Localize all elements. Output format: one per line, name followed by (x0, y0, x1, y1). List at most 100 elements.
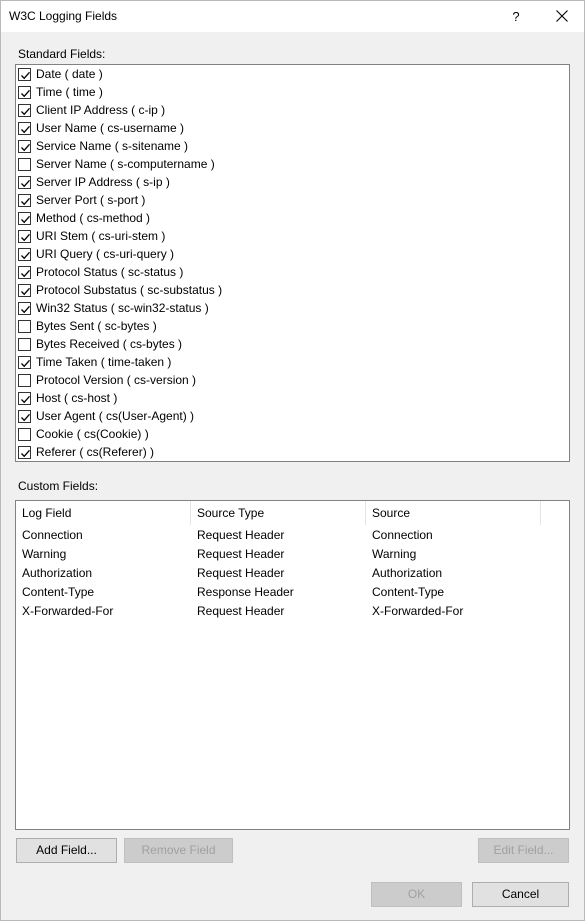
checkmark-icon (21, 179, 30, 187)
checkmark-icon (21, 413, 30, 421)
standard-field-item[interactable]: Bytes Sent ( sc-bytes ) (17, 317, 557, 335)
log-field-cell: Content-Type (22, 585, 95, 599)
source-type-column-header[interactable]: Source Type (191, 501, 366, 525)
standard-field-checkbox[interactable] (18, 139, 31, 153)
log-field-cell: Warning (22, 547, 67, 561)
standard-field-label: Client IP Address ( c-ip ) (36, 103, 166, 117)
cancel-button[interactable]: Cancel (472, 882, 569, 907)
standard-field-checkbox[interactable] (18, 85, 31, 99)
w3c-logging-fields-dialog: W3C Logging Fields ? Standard Fields: Da… (0, 0, 585, 921)
add-field-button[interactable]: Add Field... (16, 838, 117, 863)
standard-field-checkbox[interactable] (18, 211, 31, 225)
standard-field-item[interactable]: Referer ( cs(Referer) ) (17, 443, 557, 461)
standard-field-label: Protocol Status ( sc-status ) (36, 265, 184, 279)
table-row[interactable]: Warning Request Header Warning (16, 545, 569, 564)
standard-field-label: Bytes Sent ( sc-bytes ) (36, 319, 157, 333)
standard-field-item[interactable]: Bytes Received ( cs-bytes ) (17, 335, 557, 353)
standard-field-label: Time Taken ( time-taken ) (36, 355, 172, 369)
source-column-header[interactable]: Source (366, 501, 541, 525)
standard-field-item[interactable]: Protocol Substatus ( sc-substatus ) (17, 281, 557, 299)
checkmark-icon (21, 251, 30, 259)
standard-field-checkbox[interactable] (18, 265, 31, 279)
custom-fields-table[interactable]: Log Field Source Type Source Connection Req… (15, 500, 570, 830)
table-row[interactable]: X-Forwarded-For Request Header X-Forwarded… (16, 602, 569, 621)
checkmark-icon (21, 71, 30, 79)
source-cell: X-Forwarded-For (372, 604, 464, 618)
standard-field-item[interactable]: Server Port ( s-port ) (17, 191, 557, 209)
remove-field-button[interactable]: Remove Field (124, 838, 233, 863)
source-type-cell: Request Header (197, 566, 285, 580)
table-row[interactable]: Connection Request Header Connection (16, 526, 569, 545)
standard-field-item[interactable]: Date ( date ) (17, 65, 557, 83)
standard-field-item[interactable]: Time Taken ( time-taken ) (17, 353, 557, 371)
help-button[interactable]: ? (501, 3, 531, 30)
standard-field-checkbox[interactable] (18, 175, 31, 189)
checkmark-icon (21, 449, 30, 457)
checkmark-icon (21, 359, 30, 367)
source-cell: Content-Type (372, 585, 445, 599)
standard-field-label: Method ( cs-method ) (36, 211, 151, 225)
standard-field-item[interactable]: Server Name ( s-computername ) (17, 155, 557, 173)
standard-field-checkbox[interactable] (18, 391, 31, 405)
standard-field-checkbox[interactable] (18, 355, 31, 369)
source-cell: Connection (372, 528, 433, 542)
standard-field-item[interactable]: Host ( cs-host ) (17, 389, 557, 407)
table-row[interactable]: Content-Type Response Header Content-Type (16, 583, 569, 602)
custom-fields-header: Log Field Source Type Source (16, 501, 569, 525)
standard-field-checkbox[interactable] (18, 409, 31, 423)
standard-field-checkbox[interactable] (18, 193, 31, 207)
edit-field-button[interactable]: Edit Field... (478, 838, 569, 863)
standard-field-label: Protocol Substatus ( sc-substatus ) (36, 283, 223, 297)
help-icon: ? (512, 9, 520, 24)
standard-field-label: Bytes Received ( cs-bytes ) (36, 337, 183, 351)
window-title: W3C Logging Fields (9, 9, 118, 23)
source-cell: Authorization (372, 566, 443, 580)
standard-field-item[interactable]: Protocol Version ( cs-version ) (17, 371, 557, 389)
standard-field-checkbox[interactable] (18, 427, 31, 441)
standard-field-checkbox[interactable] (18, 445, 31, 459)
standard-field-item[interactable]: Client IP Address ( c-ip ) (17, 101, 557, 119)
standard-field-item[interactable]: URI Query ( cs-uri-query ) (17, 245, 557, 263)
source-cell: Warning (372, 547, 417, 561)
standard-field-label: Win32 Status ( sc-win32-status ) (36, 301, 209, 315)
source-type-cell: Request Header (197, 528, 285, 542)
log-field-cell: Connection (22, 528, 83, 542)
ok-button[interactable]: OK (371, 882, 462, 907)
standard-field-item[interactable]: Time ( time ) (17, 83, 557, 101)
standard-fields-label: Standard Fields: (18, 47, 106, 61)
table-row[interactable]: Authorization Request Header Authorization (16, 564, 569, 583)
standard-field-item[interactable]: Cookie ( cs(Cookie) ) (17, 425, 557, 443)
standard-field-checkbox[interactable] (18, 337, 31, 351)
standard-field-checkbox[interactable] (18, 283, 31, 297)
standard-field-checkbox[interactable] (18, 157, 31, 171)
standard-field-checkbox[interactable] (18, 103, 31, 117)
standard-field-item[interactable]: Server IP Address ( s-ip ) (17, 173, 557, 191)
standard-field-item[interactable]: Protocol Status ( sc-status ) (17, 263, 557, 281)
checkmark-icon (21, 395, 30, 403)
standard-field-checkbox[interactable] (18, 319, 31, 333)
standard-fields-list[interactable]: Date ( date ) Time ( time ) Client IP Addr… (15, 64, 570, 462)
standard-field-checkbox[interactable] (18, 229, 31, 243)
standard-field-item[interactable]: Method ( cs-method ) (17, 209, 557, 227)
standard-field-checkbox[interactable] (18, 373, 31, 387)
close-button[interactable] (546, 3, 578, 30)
standard-field-label: Time ( time ) (36, 85, 103, 99)
standard-field-label: Service Name ( s-sitename ) (36, 139, 189, 153)
log-field-cell: X-Forwarded-For (22, 604, 114, 618)
standard-field-label: Referer ( cs(Referer) ) (36, 445, 155, 459)
standard-field-item[interactable]: Service Name ( s-sitename ) (17, 137, 557, 155)
standard-field-checkbox[interactable] (18, 301, 31, 315)
standard-field-checkbox[interactable] (18, 67, 31, 81)
log-field-column-header[interactable]: Log Field (16, 501, 191, 525)
standard-field-label: Date ( date ) (36, 67, 103, 81)
log-field-cell: Authorization (22, 566, 93, 580)
standard-field-label: Cookie ( cs(Cookie) ) (36, 427, 149, 441)
standard-field-checkbox[interactable] (18, 247, 31, 261)
standard-field-item[interactable]: URI Stem ( cs-uri-stem ) (17, 227, 557, 245)
source-type-cell: Request Header (197, 604, 285, 618)
standard-field-checkbox[interactable] (18, 121, 31, 135)
standard-field-item[interactable]: Win32 Status ( sc-win32-status ) (17, 299, 557, 317)
standard-field-item[interactable]: User Agent ( cs(User-Agent) ) (17, 407, 557, 425)
checkmark-icon (21, 269, 30, 277)
standard-field-item[interactable]: User Name ( cs-username ) (17, 119, 557, 137)
